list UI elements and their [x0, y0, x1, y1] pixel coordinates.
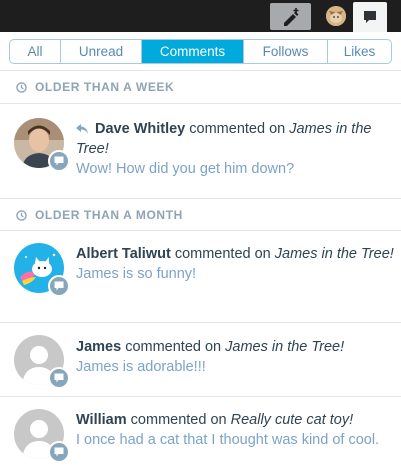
notifications-button[interactable] [353, 2, 387, 32]
tab-all[interactable]: All [10, 40, 61, 63]
comment-excerpt: James is adorable!!! [76, 359, 206, 375]
speech-bubble-icon [364, 11, 376, 23]
post-title[interactable]: Really cute cat toy! [231, 412, 354, 428]
notification-body: James commented on James in the Tree! Ja… [76, 337, 397, 377]
comment-badge [48, 150, 70, 172]
filter-tabs: All Unread Comments Follows Likes [9, 39, 392, 64]
author-name: Albert Taliwut [76, 246, 171, 262]
tab-unread[interactable]: Unread [61, 40, 142, 63]
author-name: Dave Whitley [95, 121, 186, 137]
section-header-month: OLDER THAN A MONTH [0, 199, 401, 231]
tab-follows[interactable]: Follows [244, 40, 328, 63]
avatar [14, 335, 70, 389]
notification-subject: Albert Taliwut commented on James in the… [76, 244, 397, 264]
notification-body: Albert Taliwut commented on James in the… [76, 244, 397, 284]
top-bar [0, 0, 401, 32]
avatar [14, 409, 70, 463]
pencil-plus-icon [283, 7, 298, 26]
notification-body: William commented on Really cute cat toy… [76, 410, 397, 450]
post-title[interactable]: James in the Tree! [275, 246, 394, 262]
comment-badge [48, 367, 70, 389]
action-text: commented on [130, 412, 227, 428]
comment-icon [54, 447, 64, 457]
post-title[interactable]: James in the Tree! [225, 339, 344, 355]
comment-icon [54, 373, 64, 383]
action-text: commented on [189, 121, 286, 137]
clock-icon [16, 209, 27, 221]
notification-subject: Dave Whitley commented on James in the T… [76, 119, 397, 159]
write-post-button[interactable] [270, 3, 311, 30]
notification-subject: James commented on James in the Tree! [76, 337, 397, 357]
notification-item[interactable]: Albert Taliwut commented on James in the… [0, 231, 401, 322]
tab-likes[interactable]: Likes [328, 40, 391, 63]
author-name: William [76, 412, 127, 428]
cat-avatar [326, 6, 346, 26]
comment-excerpt: James is so funny! [76, 266, 197, 282]
notification-body: Dave Whitley commented on James in the T… [76, 119, 397, 179]
comment-icon [54, 156, 64, 166]
notification-item[interactable]: William commented on Really cute cat toy… [0, 397, 401, 469]
user-avatar-button[interactable] [326, 6, 346, 26]
section-label: OLDER THAN A WEEK [35, 80, 175, 94]
reply-icon [76, 123, 88, 134]
action-text: commented on [125, 339, 222, 355]
avatar [14, 118, 70, 172]
comment-excerpt: I once had a cat that I thought was kind… [76, 432, 380, 448]
tab-comments[interactable]: Comments [142, 40, 244, 63]
comment-badge [48, 275, 70, 297]
author-name: James [76, 339, 122, 355]
comment-excerpt: Wow! How did you get him down? [76, 161, 295, 177]
clock-icon [16, 81, 27, 93]
action-text: commented on [174, 246, 271, 262]
section-header-week: OLDER THAN A WEEK [0, 71, 401, 103]
comment-icon [54, 281, 64, 291]
notification-item[interactable]: James commented on James in the Tree! Ja… [0, 323, 401, 394]
notification-item[interactable]: Dave Whitley commented on James in the T… [0, 104, 401, 198]
comment-badge [48, 441, 70, 463]
section-label: OLDER THAN A MONTH [35, 208, 183, 222]
avatar [14, 243, 70, 297]
notification-subject: William commented on Really cute cat toy… [76, 410, 397, 430]
